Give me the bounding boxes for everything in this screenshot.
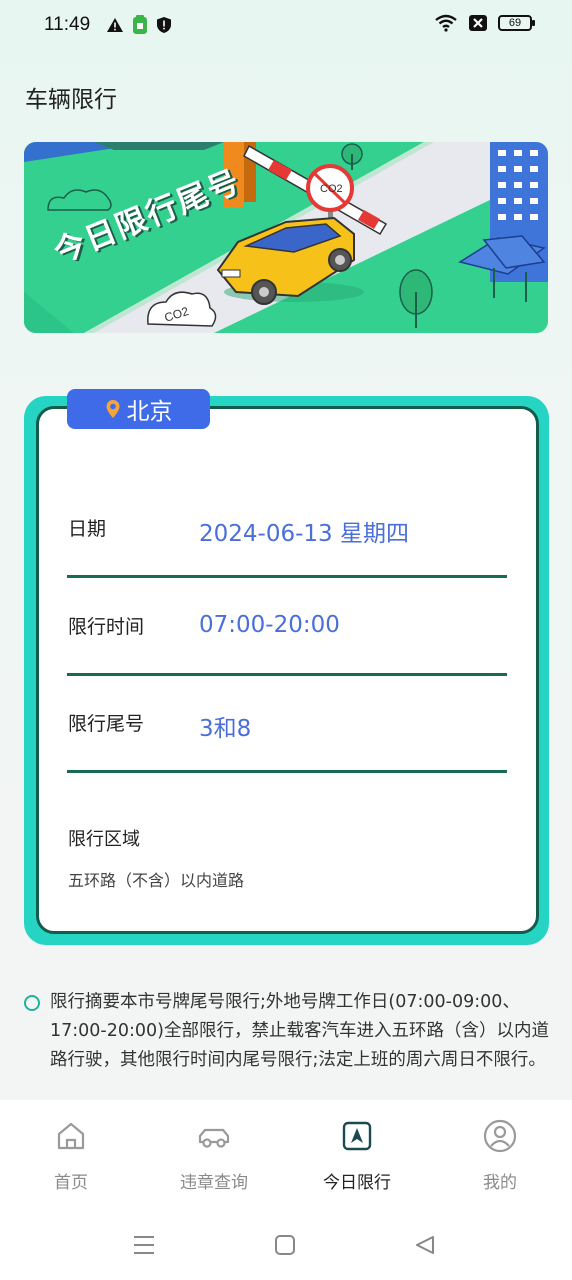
city-selector[interactable]: 北京 [67, 389, 210, 429]
date-label: 日期 [68, 518, 107, 540]
battery-icon: 69 [498, 15, 535, 31]
nav-label-violation: 违章查询 [180, 1173, 248, 1193]
nav-item-today-restriction[interactable]: 今日限行 [302, 1118, 412, 1193]
restriction-card-inner [36, 406, 539, 934]
restriction-card [24, 396, 549, 945]
notice-bullet-icon [24, 995, 40, 1011]
time-label: 限行时间 [68, 616, 145, 638]
divider [67, 575, 507, 578]
menu-icon[interactable] [132, 1234, 156, 1256]
nav-item-violation[interactable]: 违章查询 [159, 1118, 269, 1193]
nav-label-profile: 我的 [483, 1173, 517, 1193]
location-pin-icon [106, 400, 119, 418]
banner-image: CO2 CO2 今日限行尾号 [24, 142, 548, 333]
car-icon [198, 1128, 230, 1148]
home-icon [57, 1122, 85, 1150]
time-value: 07:00-20:00 [199, 612, 340, 638]
bottom-nav: 首页 违章查询 今日限行 我的 [0, 1100, 572, 1220]
nav-item-home[interactable]: 首页 [16, 1118, 126, 1193]
sim-off-icon [469, 15, 487, 31]
plate-digit-label: 限行尾号 [68, 713, 145, 735]
status-bar: 11:49 69 [0, 0, 572, 52]
profile-icon [483, 1119, 517, 1153]
plate-digit-value: 3和8 [199, 716, 252, 742]
status-right-icons: 69 [434, 14, 535, 32]
app-notification-icon [133, 15, 147, 34]
system-nav-bar [0, 1220, 572, 1280]
sign-text: CO2 [320, 183, 343, 195]
status-time: 11:49 [44, 14, 91, 35]
page-title: 车辆限行 [25, 87, 117, 113]
notice-text: 限行摘要本市号牌尾号限行;外地号牌工作日(07:00-09:00、17:00-2… [50, 992, 550, 1070]
status-left-icons [106, 15, 172, 35]
shield-icon [157, 17, 171, 33]
divider [67, 770, 507, 773]
region-value: 五环路（不含）以内道路 [68, 871, 245, 890]
wifi-icon [435, 14, 457, 32]
home-button-icon[interactable] [274, 1234, 296, 1256]
divider [67, 673, 507, 676]
back-icon[interactable] [414, 1234, 436, 1256]
region-label: 限行区域 [68, 829, 140, 850]
date-value: 2024-06-13 星期四 [199, 521, 409, 547]
nav-label-home: 首页 [54, 1173, 88, 1193]
city-name: 北京 [126, 399, 173, 425]
nav-label-today-restriction: 今日限行 [323, 1173, 391, 1193]
nav-item-profile[interactable]: 我的 [445, 1118, 555, 1193]
warning-icon [107, 18, 123, 32]
navigation-icon [342, 1121, 372, 1151]
